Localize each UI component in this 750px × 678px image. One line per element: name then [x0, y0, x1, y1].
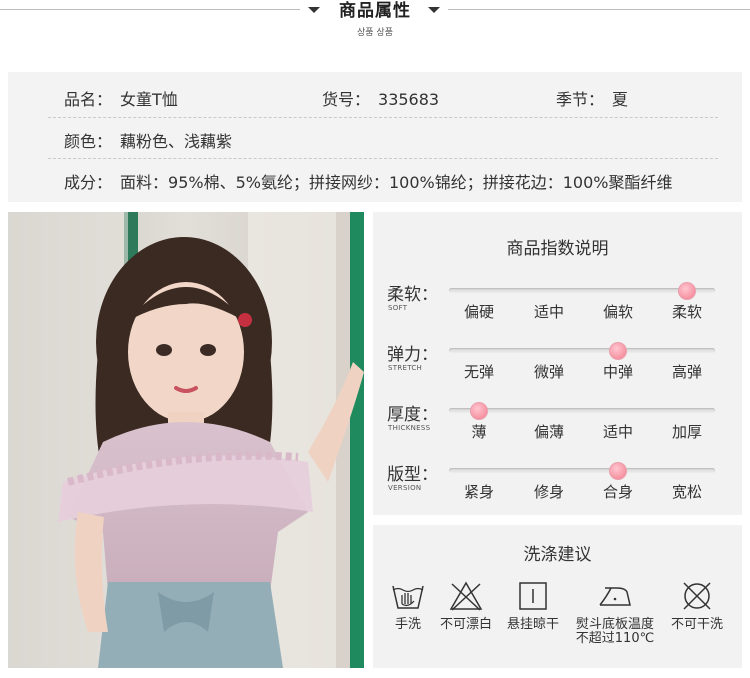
attr-sku: 货号： 335683	[322, 80, 439, 120]
index-row-english-label: STRETCH	[388, 364, 423, 372]
index-option: 偏硬	[463, 303, 494, 321]
attr-material-key: 成分：	[64, 173, 113, 192]
index-slider-track	[449, 408, 715, 413]
index-row: 弹力： STRETCH 无弹 微弹 中弹 高弹	[373, 340, 742, 396]
section-subtitle: 상품 상품	[357, 28, 393, 38]
index-option: 无弹	[463, 363, 494, 381]
section-title: 商品属性	[339, 1, 411, 21]
index-row: 厚度： THICKNESS 薄 偏薄 适中 加厚	[373, 400, 742, 456]
index-option: 适中	[602, 423, 633, 441]
attr-name: 品名： 女童T恤	[64, 80, 178, 120]
attributes-box: 品名： 女童T恤 货号： 335683 季节： 夏 颜色： 藕粉色、浅藕紫 成分： 面料：…	[8, 72, 742, 202]
index-option: 适中	[533, 303, 564, 321]
index-slider-track	[449, 348, 715, 353]
attributes-row: 颜色： 藕粉色、浅藕紫	[8, 122, 742, 162]
index-option: 加厚	[671, 423, 702, 441]
index-row: 柔软： SOFT 偏硬 适中 偏软 柔软	[373, 280, 742, 336]
index-row-english-label: SOFT	[388, 304, 408, 312]
header-divider-left	[0, 9, 300, 10]
attr-material: 成分： 面料：95%棉、5%氨纶；拼接网纱：100%锦纶；拼接花边：100%聚酯纤…	[64, 163, 672, 203]
section-header: 商品属性 상품 상품	[0, 0, 750, 44]
index-option: 偏软	[602, 303, 633, 321]
index-option: 偏薄	[533, 423, 564, 441]
wash-item-label: 熨斗底板温度不超过110℃	[575, 617, 655, 646]
attr-sku-value: 335683	[378, 90, 440, 109]
wash-item-iron: 熨斗底板温度不超过110℃	[575, 580, 655, 646]
attr-name-value: 女童T恤	[120, 90, 178, 109]
attr-color: 颜色： 藕粉色、浅藕紫	[64, 122, 232, 162]
attr-season: 季节： 夏	[556, 80, 628, 120]
index-row-english-label: THICKNESS	[388, 424, 431, 432]
wash-panel-title: 洗涤建议	[523, 545, 592, 565]
index-option: 合身	[602, 483, 633, 501]
index-slider-track	[449, 288, 715, 293]
index-slider-knob	[609, 462, 627, 480]
index-slider-knob	[678, 282, 696, 300]
index-row-label: 弹力：	[387, 345, 438, 365]
header-divider-right	[448, 9, 750, 10]
wash-item-label: 不可干洗	[670, 617, 723, 632]
index-option: 柔软	[671, 303, 702, 321]
attr-material-value: 面料：95%棉、5%氨纶；拼接网纱：100%锦纶；拼接花边：100%聚酯纤维	[120, 173, 673, 192]
dashed-divider	[48, 158, 718, 159]
attributes-row: 成分： 面料：95%棉、5%氨纶；拼接网纱：100%锦纶；拼接花边：100%聚酯纤…	[8, 163, 742, 203]
index-row: 版型： VERSION 紧身 修身 合身 宽松	[373, 460, 742, 516]
wash-item-label: 悬挂晾干	[506, 617, 559, 632]
index-option: 修身	[533, 483, 564, 501]
attr-sku-key: 货号：	[322, 90, 371, 109]
hang-dry-icon	[519, 582, 547, 610]
triangle-down-icon	[428, 7, 440, 13]
attributes-row: 品名： 女童T恤 货号： 335683 季节： 夏	[8, 80, 742, 120]
hand-wash-icon	[392, 585, 424, 609]
index-row-english-label: VERSION	[388, 484, 422, 492]
attr-color-key: 颜色：	[64, 132, 113, 151]
triangle-down-icon	[308, 7, 320, 13]
index-option: 微弹	[533, 363, 564, 381]
wash-panel: 洗涤建议 手洗 不可漂白 悬挂晾干 熨斗底板温度不超过110℃ 不可干洗	[373, 525, 742, 668]
index-slider-knob	[609, 342, 627, 360]
index-slider-track	[449, 468, 715, 473]
attr-season-value: 夏	[612, 90, 629, 109]
attr-name-key: 品名：	[64, 90, 113, 109]
wash-item-hang-dry: 悬挂晾干	[493, 580, 573, 632]
product-photo	[8, 212, 364, 668]
index-row-label: 厚度：	[387, 405, 438, 425]
wash-item-no-dry-clean: 不可干洗	[657, 580, 737, 632]
attr-season-key: 季节：	[556, 90, 605, 109]
no-bleach-icon	[449, 581, 483, 611]
index-row-label: 柔软：	[387, 285, 438, 305]
index-row-label: 版型：	[387, 465, 438, 485]
index-option: 中弹	[602, 363, 633, 381]
index-slider-knob	[470, 402, 488, 420]
attr-color-value: 藕粉色、浅藕紫	[120, 132, 233, 151]
index-panel-title: 商品指数说明	[506, 239, 609, 259]
index-option: 紧身	[463, 483, 494, 501]
index-option: 高弹	[671, 363, 702, 381]
index-panel: 商品指数说明 柔软： SOFT 偏硬 适中 偏软 柔软 弹力： STRETCH 无弹 微弹 中弹 高弹…	[373, 212, 742, 515]
index-option: 薄	[471, 423, 487, 441]
no-dry-clean-icon	[683, 582, 711, 610]
index-option: 宽松	[671, 483, 702, 501]
dashed-divider	[48, 117, 718, 118]
iron-icon	[599, 587, 631, 606]
